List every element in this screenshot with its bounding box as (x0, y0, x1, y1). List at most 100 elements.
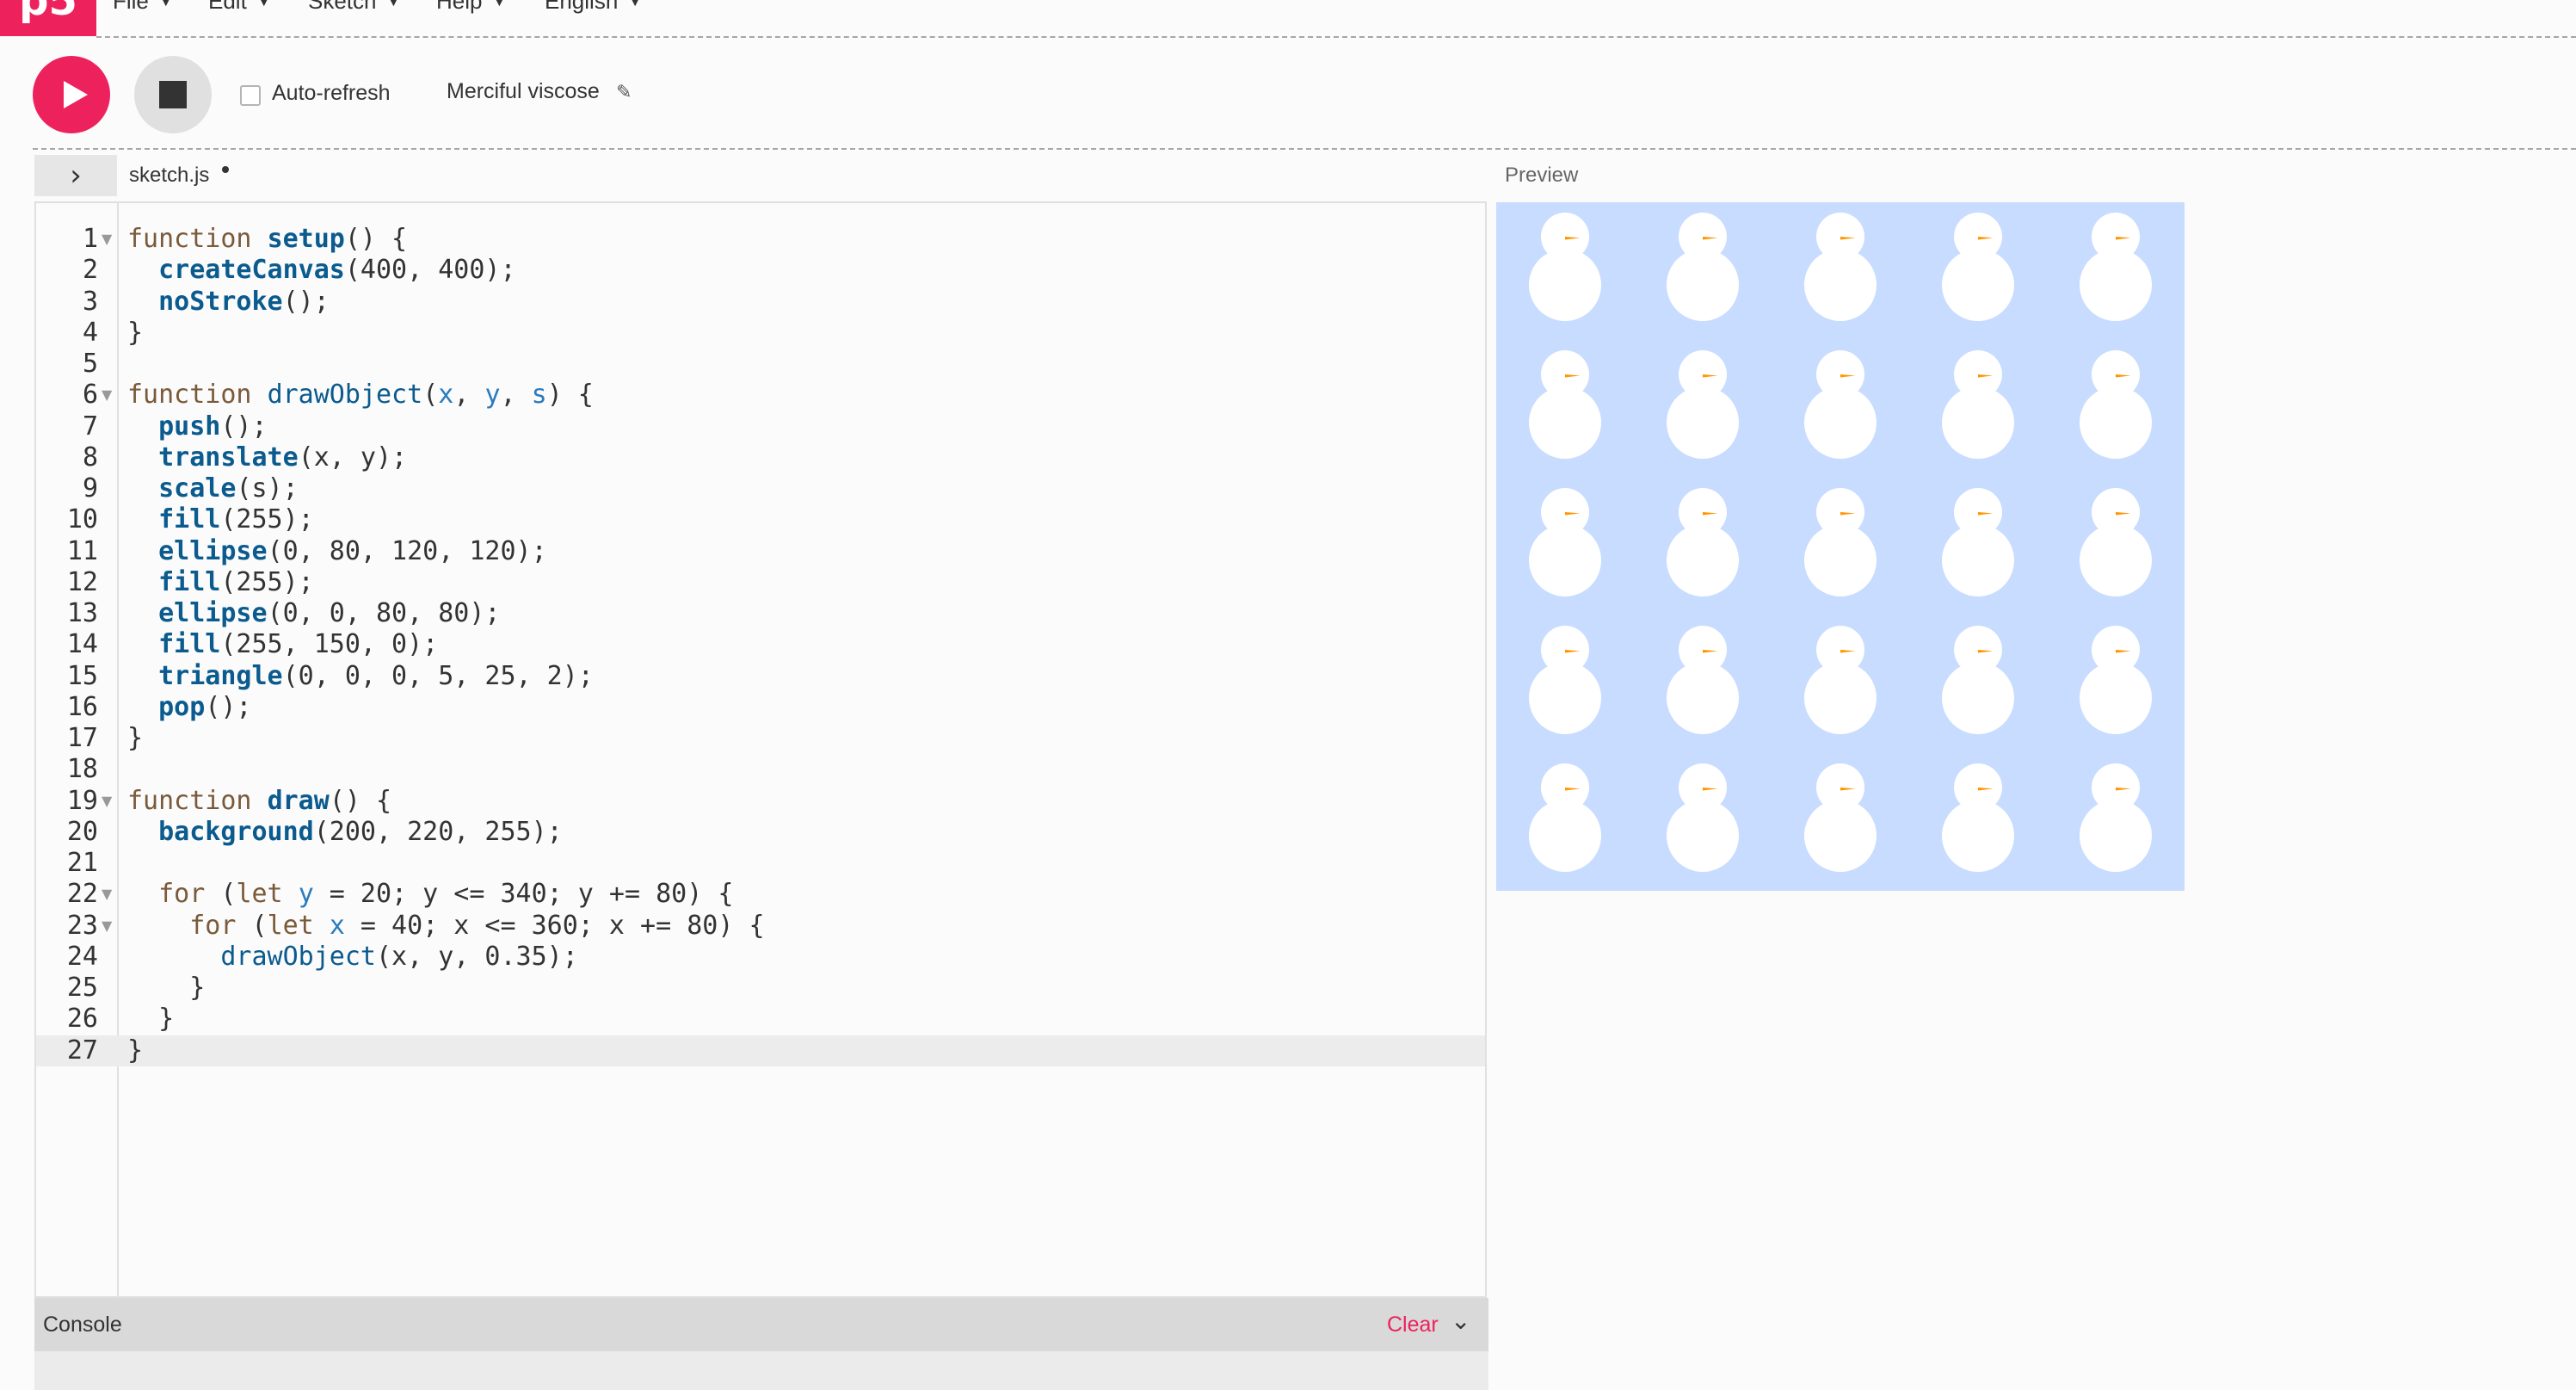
code-text: scale(s); (158, 473, 299, 503)
menu-help[interactable]: Help ▼ (436, 0, 508, 15)
code-line[interactable]: 22 ▼ for (let y = 20; y <= 340; y += 80) … (36, 879, 1485, 910)
console-title: Console (43, 1313, 122, 1337)
chevron-down-icon[interactable]: ⌄ (1451, 1307, 1470, 1335)
code-text: } (127, 1004, 175, 1035)
fold-arrow-icon[interactable]: ▼ (102, 879, 112, 910)
line-number: 27 (66, 1035, 98, 1066)
code-text: ellipse(0, 0, 80, 80); (158, 598, 501, 628)
line-number: 4 (82, 317, 98, 348)
code-line[interactable]: 27} (36, 1035, 1485, 1066)
menu-bar: p5 File ▼ Edit ▼ Sketch ▼ Help ▼ English ▼ (0, 0, 2576, 38)
fold-arrow-icon[interactable]: ▼ (102, 786, 112, 817)
code-line[interactable]: 26 } (36, 1004, 1485, 1035)
line-number: 12 (66, 566, 98, 597)
code-line[interactable]: 3 noStroke(); (36, 287, 1485, 318)
menu-language-label: English (545, 0, 619, 14)
auto-refresh-checkbox[interactable] (240, 85, 261, 106)
code-text: ellipse(0, 80, 120, 120); (158, 535, 547, 566)
line-number: 20 (66, 816, 98, 847)
code-line[interactable]: 10 fill(255); (36, 504, 1485, 535)
auto-refresh-label[interactable]: Auto-refresh (272, 81, 391, 106)
code-line[interactable]: 13 ellipse(0, 0, 80, 80); (36, 598, 1485, 629)
code-line[interactable]: 24 drawObject(x, y, 0.35); (36, 942, 1485, 973)
code-text: pop(); (158, 691, 252, 722)
code-text: triangle(0, 0, 0, 5, 25, 2); (158, 660, 594, 691)
play-icon (64, 81, 88, 108)
code-text: fill(255); (158, 504, 314, 535)
line-number: 16 (66, 691, 98, 722)
caret-down-icon: ▼ (255, 0, 273, 10)
code-line[interactable]: 11 ellipse(0, 80, 120, 120); (36, 536, 1485, 567)
code-line[interactable]: 20 background(200, 220, 255); (36, 817, 1485, 848)
fold-arrow-icon[interactable]: ▼ (102, 380, 112, 411)
console-output[interactable] (34, 1351, 1488, 1390)
menu-help-label: Help (436, 0, 483, 14)
file-tab[interactable]: sketch.js (129, 164, 209, 188)
line-number: 6 (82, 380, 98, 411)
menu-file[interactable]: File ▼ (113, 0, 175, 15)
sidebar-toggle-button[interactable]: › (34, 155, 117, 196)
code-text: for (let y = 20; y <= 340; y += 80) { (158, 879, 734, 910)
code-text: function setup() { (127, 224, 408, 254)
caret-down-icon: ▼ (157, 0, 175, 10)
pencil-icon[interactable]: ✎ (616, 81, 632, 103)
play-button[interactable] (33, 56, 110, 133)
preview-canvas[interactable] (1496, 202, 2185, 891)
line-number: 3 (82, 286, 98, 317)
code-line[interactable]: 23 ▼ for (let x = 40; x <= 360; x += 80) … (36, 911, 1485, 942)
toolbar-divider (33, 148, 2576, 150)
code-line[interactable]: 15 triangle(0, 0, 0, 5, 25, 2); (36, 661, 1485, 692)
caret-down-icon: ▼ (490, 0, 508, 10)
sketch-name[interactable]: Merciful viscose (447, 79, 600, 104)
code-line[interactable]: 5 (36, 349, 1485, 380)
line-number: 19 (66, 785, 98, 816)
console-clear-button[interactable]: Clear (1387, 1313, 1439, 1337)
code-line[interactable]: 4} (36, 318, 1485, 349)
code-text: } (127, 317, 144, 348)
code-editor[interactable]: 1 ▼ function setup() {2 createCanvas(400, … (34, 201, 1487, 1298)
code-line[interactable]: 7 push(); (36, 411, 1485, 442)
code-line[interactable]: 9 scale(s); (36, 473, 1485, 504)
menu-sketch[interactable]: Sketch ▼ (308, 0, 402, 15)
code-line[interactable]: 19 ▼ function draw() { (36, 786, 1485, 817)
line-number: 15 (66, 660, 98, 691)
code-line[interactable]: 25 } (36, 973, 1485, 1004)
code-text: fill(255); (158, 566, 314, 597)
fold-arrow-icon[interactable]: ▼ (102, 224, 112, 255)
code-text: } (127, 973, 206, 1003)
menu-edit[interactable]: Edit ▼ (208, 0, 273, 15)
code-line[interactable]: 17} (36, 723, 1485, 754)
code-line[interactable]: 8 translate(x, y); (36, 442, 1485, 473)
menu-divider (96, 36, 2576, 38)
stop-icon (159, 81, 187, 108)
code-line[interactable]: 14 fill(255, 150, 0); (36, 629, 1485, 660)
line-number: 10 (66, 504, 98, 535)
code-text: function draw() { (127, 785, 392, 816)
code-line[interactable]: 2 createCanvas(400, 400); (36, 255, 1485, 286)
code-text: push(); (158, 411, 268, 442)
code-line[interactable]: 18 (36, 754, 1485, 785)
line-number: 25 (66, 973, 98, 1003)
p5-logo[interactable]: p5 (0, 0, 96, 36)
line-number: 2 (82, 255, 98, 286)
line-number: 23 (66, 910, 98, 941)
code-line[interactable]: 6 ▼ function drawObject(x, y, s) { (36, 380, 1485, 411)
preview-label: Preview (1505, 164, 1579, 187)
stop-button[interactable] (134, 56, 212, 133)
code-line[interactable]: 12 fill(255); (36, 567, 1485, 598)
console-header: Console Clear ⌄ (34, 1298, 1488, 1351)
caret-down-icon: ▼ (626, 0, 644, 10)
code-text: } (127, 1035, 144, 1066)
line-number: 11 (66, 535, 98, 566)
menu-language[interactable]: English ▼ (545, 0, 644, 15)
line-number: 22 (66, 879, 98, 910)
fold-arrow-icon[interactable]: ▼ (102, 911, 112, 942)
code-line[interactable]: 1 ▼ function setup() { (36, 224, 1485, 255)
code-text: fill(255, 150, 0); (158, 629, 439, 660)
line-number: 1 (82, 224, 98, 254)
code-line[interactable]: 16 pop(); (36, 692, 1485, 723)
code-line[interactable]: 21 (36, 848, 1485, 879)
code-text: drawObject(x, y, 0.35); (220, 941, 578, 972)
line-number: 7 (82, 411, 98, 442)
code-text: function drawObject(x, y, s) { (127, 380, 594, 411)
